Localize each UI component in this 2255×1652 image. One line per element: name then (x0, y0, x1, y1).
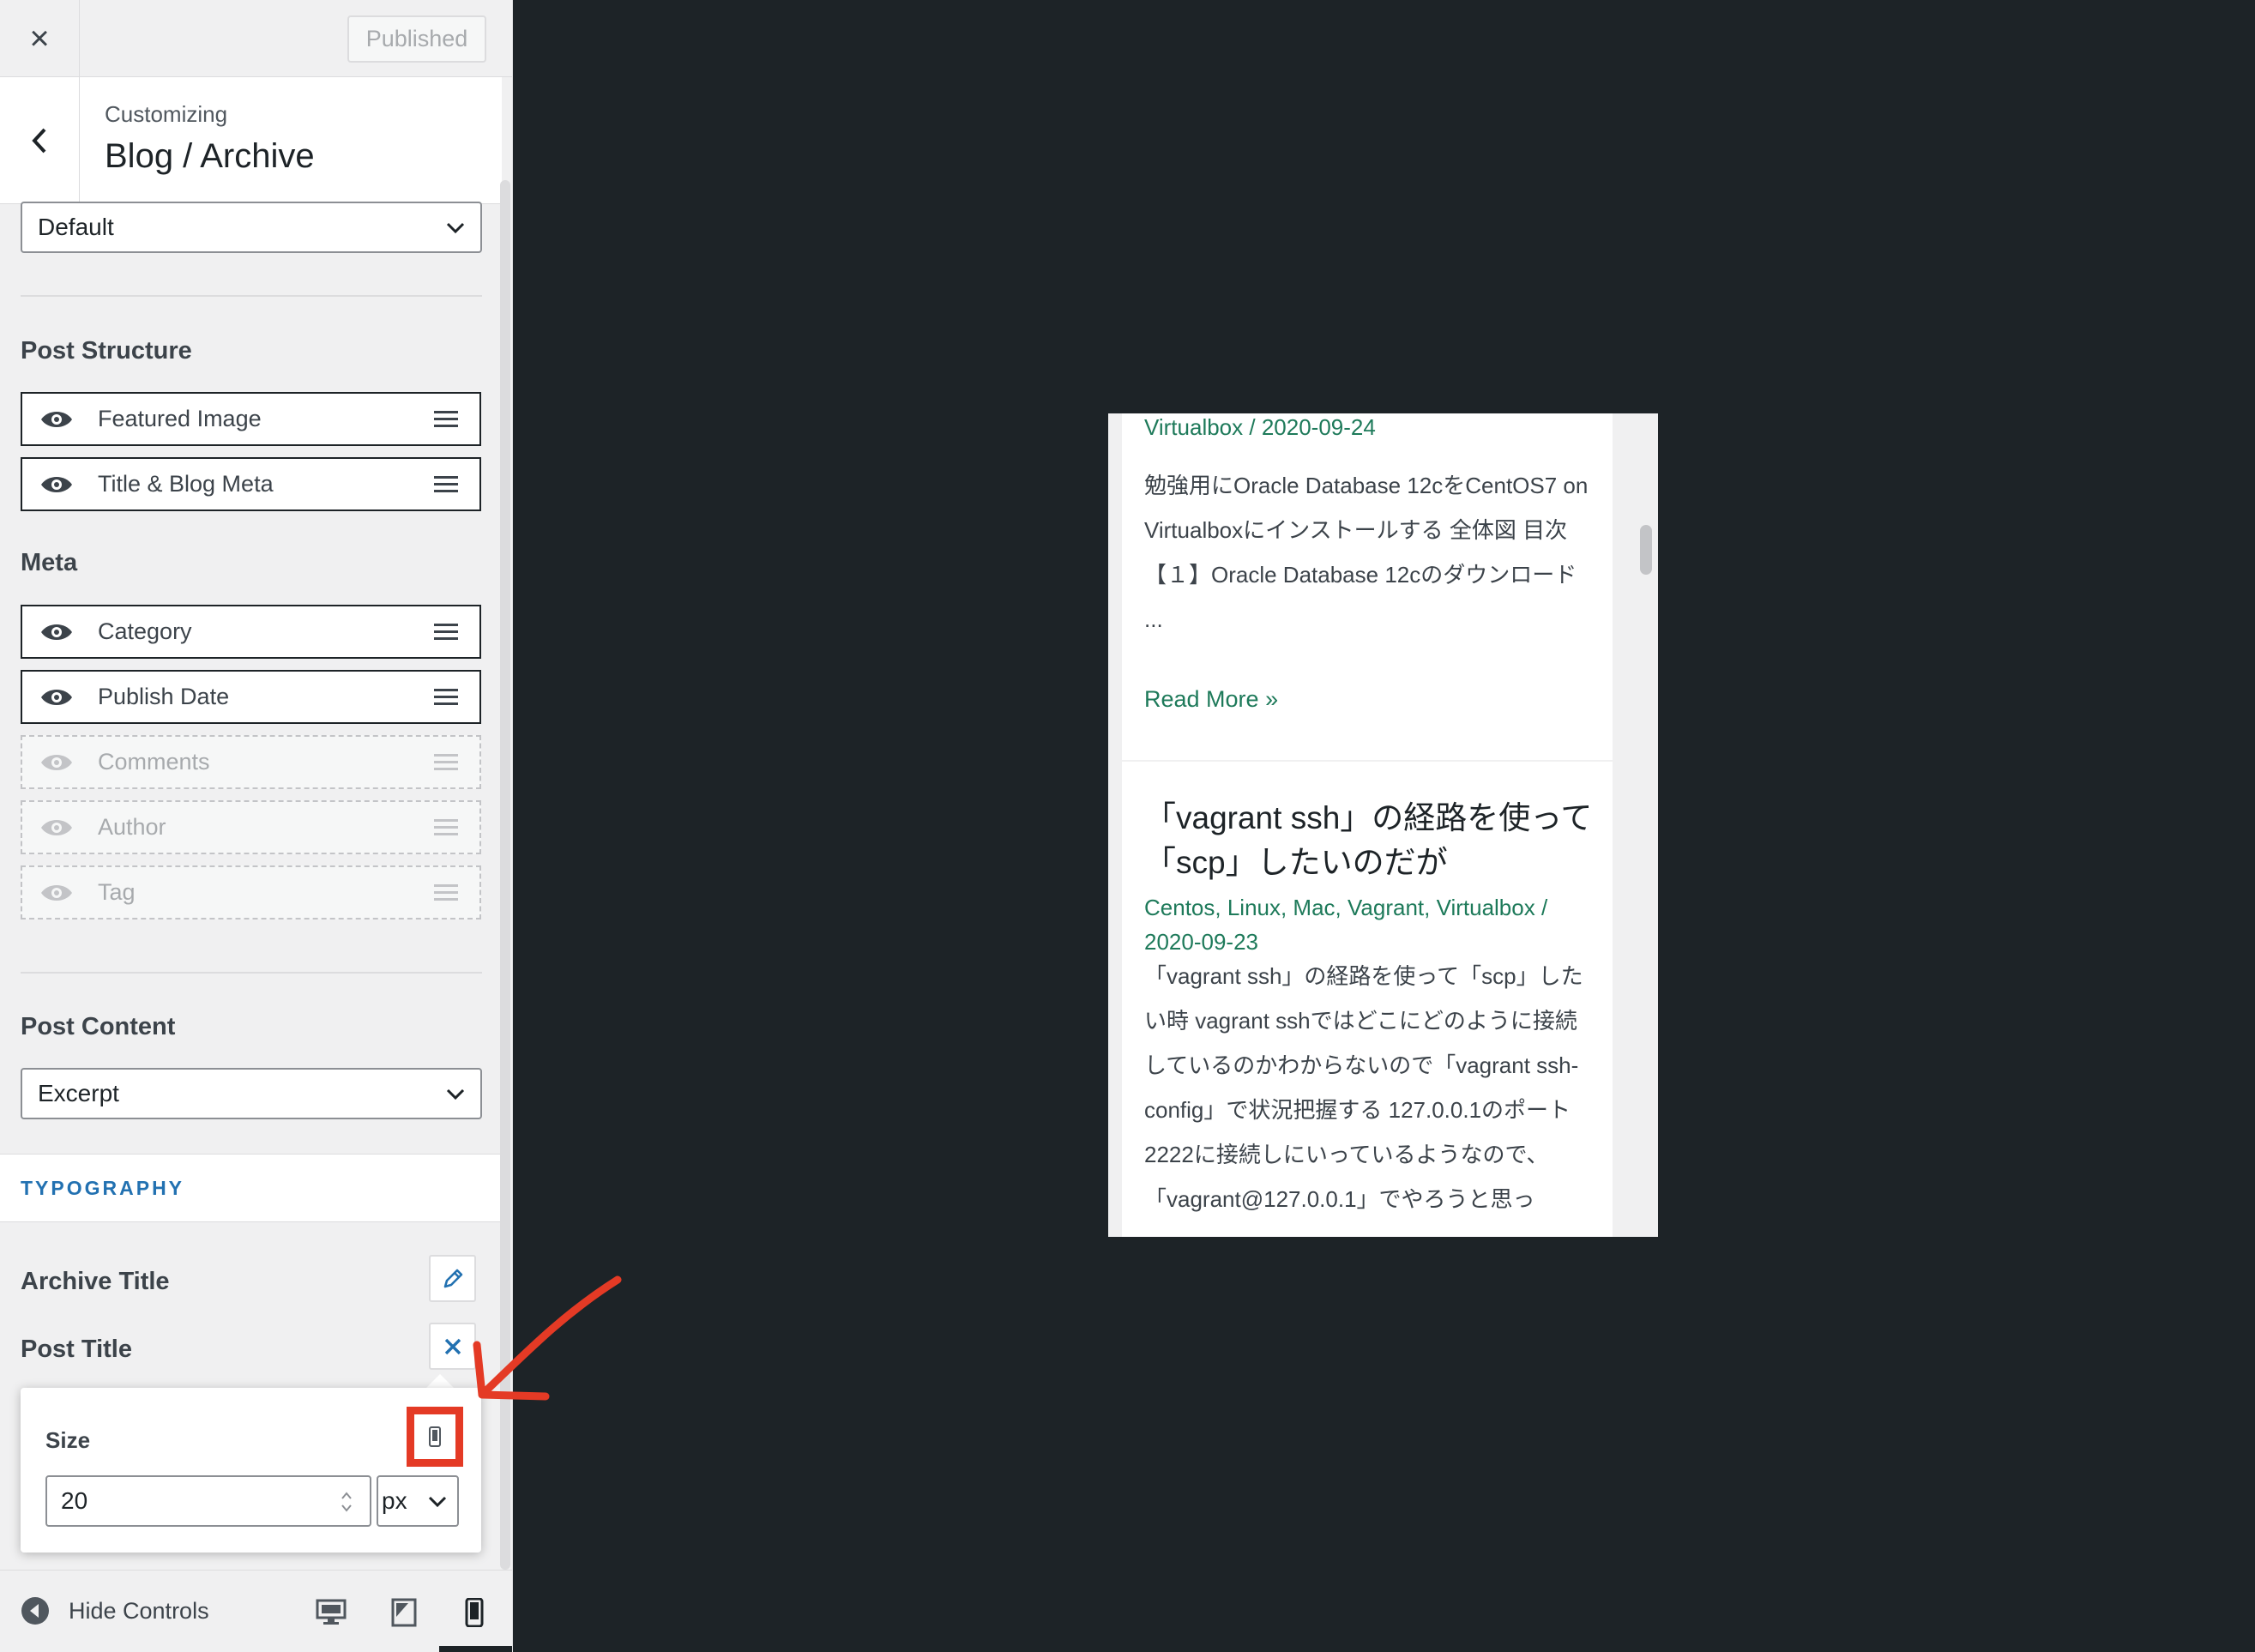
unit-value: px (382, 1487, 407, 1514)
structure-item-title-meta[interactable]: Title & Blog Meta (21, 457, 481, 511)
drag-handle-icon[interactable] (432, 473, 460, 497)
meta-item-label: Category (98, 618, 192, 644)
back-button[interactable] (0, 77, 80, 204)
post-content-select[interactable]: Excerpt (21, 1068, 482, 1119)
customizer-sidebar: × Published Customizing Blog / Archive D… (0, 0, 513, 1652)
meta-item-author[interactable]: Author (21, 800, 481, 854)
meta-item-label: Comments (98, 749, 210, 775)
preview-mobile-button[interactable] (456, 1595, 492, 1631)
publish-button[interactable]: Published (347, 15, 486, 63)
post-title-typography-popover: Size 20 px (21, 1388, 481, 1553)
post-excerpt: 「vagrant ssh」の経路を使って「scp」したい時 vagrant ss… (1144, 963, 1583, 1212)
responsive-device-toggle[interactable] (407, 1407, 463, 1467)
meta-item-comments[interactable]: Comments (21, 735, 481, 789)
read-more-link[interactable]: Read More » (1144, 686, 1278, 713)
customizer-footer: Hide Controls (0, 1570, 512, 1652)
font-size-unit-select[interactable]: px (377, 1475, 459, 1527)
structure-item-label: Title & Blog Meta (98, 471, 274, 497)
collapse-arrow-icon (21, 1597, 49, 1625)
chevron-down-icon (446, 222, 465, 234)
meta-item-category[interactable]: Category (21, 605, 481, 659)
visibility-eye-icon[interactable] (39, 816, 74, 840)
active-device-indicator (439, 1646, 512, 1652)
tablet-icon (391, 1598, 417, 1627)
mobile-device-icon (429, 1426, 441, 1447)
drag-handle-icon[interactable] (432, 816, 460, 840)
drag-handle-icon[interactable] (432, 881, 460, 905)
drag-handle-icon[interactable] (432, 685, 460, 709)
drag-handle-icon[interactable] (432, 620, 460, 644)
divider (21, 295, 482, 297)
hide-controls-button[interactable]: Hide Controls (21, 1596, 209, 1625)
post-structure-heading: Post Structure (21, 337, 192, 365)
close-icon: × (29, 19, 50, 57)
visibility-eye-icon[interactable] (39, 881, 74, 905)
preview-post-card: 「vagrant ssh」の経路を使って「scp」したいのだが Centos, … (1122, 762, 1613, 1237)
meta-heading: Meta (21, 549, 78, 576)
structure-item-featured-image[interactable]: Featured Image (21, 392, 481, 446)
structure-item-label: Featured Image (98, 406, 262, 431)
meta-item-label: Author (98, 814, 166, 840)
site-preview-frame[interactable]: Virtualbox / 2020-09-24 勉強用にOracle Datab… (1108, 413, 1658, 1237)
meta-item-tag[interactable]: Tag (21, 865, 481, 919)
preview-post-card: Virtualbox / 2020-09-24 勉強用にOracle Datab… (1122, 413, 1613, 760)
preview-desktop-button[interactable] (313, 1595, 349, 1631)
layout-select-value: Default (38, 214, 114, 240)
mobile-icon (465, 1598, 484, 1627)
drag-handle-icon[interactable] (432, 407, 460, 431)
size-label: Size (45, 1427, 91, 1453)
meta-item-label: Tag (98, 879, 136, 905)
desktop-icon (316, 1599, 347, 1625)
font-size-value: 20 (61, 1487, 88, 1514)
post-content-heading: Post Content (21, 1013, 176, 1040)
pencil-icon (443, 1269, 462, 1287)
post-meta[interactable]: Virtualbox / 2020-09-24 (1144, 413, 1599, 444)
visibility-eye-icon[interactable] (39, 407, 74, 431)
section-title: Blog / Archive (105, 137, 315, 175)
hide-controls-label: Hide Controls (69, 1597, 209, 1624)
typography-heading: TYPOGRAPHY (21, 1177, 185, 1199)
post-title-label: Post Title (21, 1335, 132, 1363)
font-size-input[interactable]: 20 (45, 1475, 371, 1527)
annotation-arrow (473, 1275, 622, 1401)
close-customizer-button[interactable]: × (0, 0, 80, 77)
drag-handle-icon[interactable] (432, 751, 460, 775)
section-header: Customizing Blog / Archive (0, 77, 502, 204)
visibility-eye-icon[interactable] (39, 685, 74, 709)
typography-section: TYPOGRAPHY (0, 1154, 502, 1222)
post-meta[interactable]: Centos, Linux, Mac, Vagrant, Virtualbox … (1144, 890, 1599, 959)
customizing-label: Customizing (105, 101, 228, 127)
post-content-select-value: Excerpt (38, 1080, 119, 1106)
archive-title-label: Archive Title (21, 1268, 170, 1295)
chevron-left-icon (32, 128, 46, 154)
visibility-eye-icon[interactable] (39, 751, 74, 775)
chevron-down-icon (446, 1088, 465, 1100)
chevron-down-icon (428, 1496, 447, 1508)
layout-select[interactable]: Default (21, 202, 482, 253)
preview-scrollbar[interactable] (1640, 525, 1652, 575)
post-excerpt: 勉強用にOracle Database 12cをCentOS7 on Virtu… (1144, 473, 1589, 632)
customizer-header: × Published (0, 0, 512, 77)
meta-item-publish-date[interactable]: Publish Date (21, 670, 481, 724)
visibility-eye-icon[interactable] (39, 620, 74, 644)
close-icon (444, 1338, 461, 1354)
visibility-eye-icon[interactable] (39, 473, 74, 497)
divider (21, 972, 482, 974)
meta-item-label: Publish Date (98, 684, 230, 709)
post-title[interactable]: 「vagrant ssh」の経路を使って「scp」したいのだが (1144, 796, 1599, 885)
preview-tablet-button[interactable] (386, 1595, 422, 1631)
number-spinner-icon[interactable] (341, 1489, 353, 1515)
